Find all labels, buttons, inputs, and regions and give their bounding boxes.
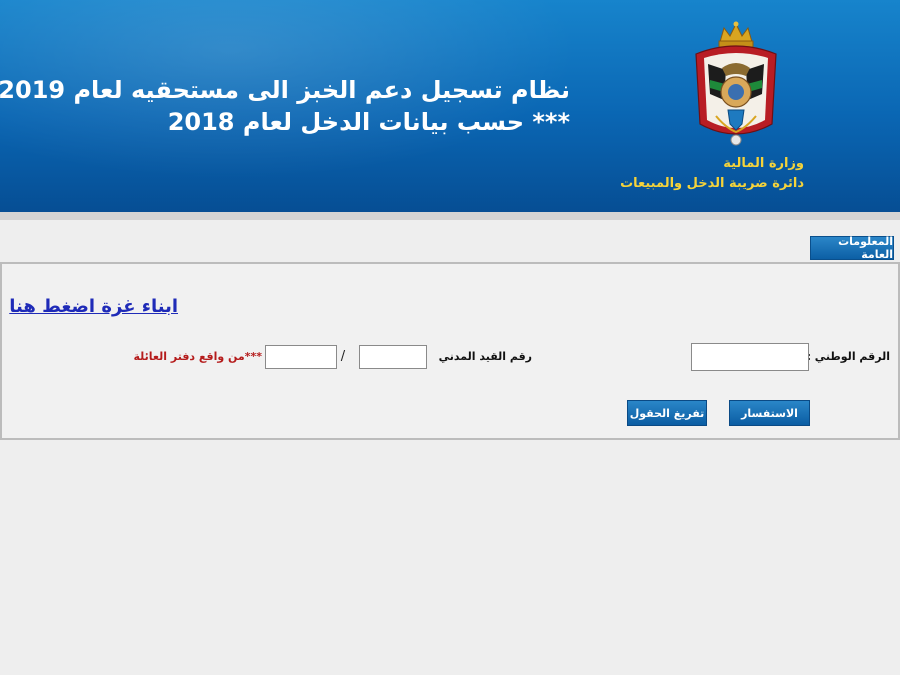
gaza-residents-link[interactable]: ابناء غزة اضغط هنا	[9, 296, 178, 317]
page-title: نظام تسجيل دعم الخبز الى مستحقيه لعام 20…	[0, 74, 570, 138]
jordan-coat-of-arms-icon	[695, 21, 777, 146]
page-header: نظام تسجيل دعم الخبز الى مستحقيه لعام 20…	[0, 0, 900, 212]
query-button[interactable]: الاستفسار	[729, 400, 810, 426]
ministry-name: وزارة المالية	[723, 156, 804, 171]
civil-record-label: رقم القيد المدني	[438, 350, 532, 363]
tab-general-information[interactable]: المعلومات العامة	[810, 235, 894, 261]
national-id-input[interactable]	[691, 343, 809, 371]
title-line-1: نظام تسجيل دعم الخبز الى مستحقيه لعام 20…	[0, 76, 570, 104]
ministry-block: وزارة المالية دائرة ضريبة الدخل والمبيعا…	[600, 154, 804, 194]
national-id-label: الرقم الوطني :	[806, 350, 890, 363]
header-divider	[0, 212, 900, 220]
department-name: دائرة ضريبة الدخل والمبيعات	[620, 176, 804, 191]
clear-fields-button[interactable]: تفريغ الحقول	[627, 400, 707, 426]
title-line-2: *** حسب بيانات الدخل لعام 2018	[167, 108, 570, 136]
family-book-note: ***من واقع دفتر العائلة	[133, 350, 263, 363]
civil-record-part2-input[interactable]	[265, 345, 337, 369]
civil-record-separator: /	[340, 349, 346, 364]
civil-record-part1-input[interactable]	[359, 345, 427, 369]
